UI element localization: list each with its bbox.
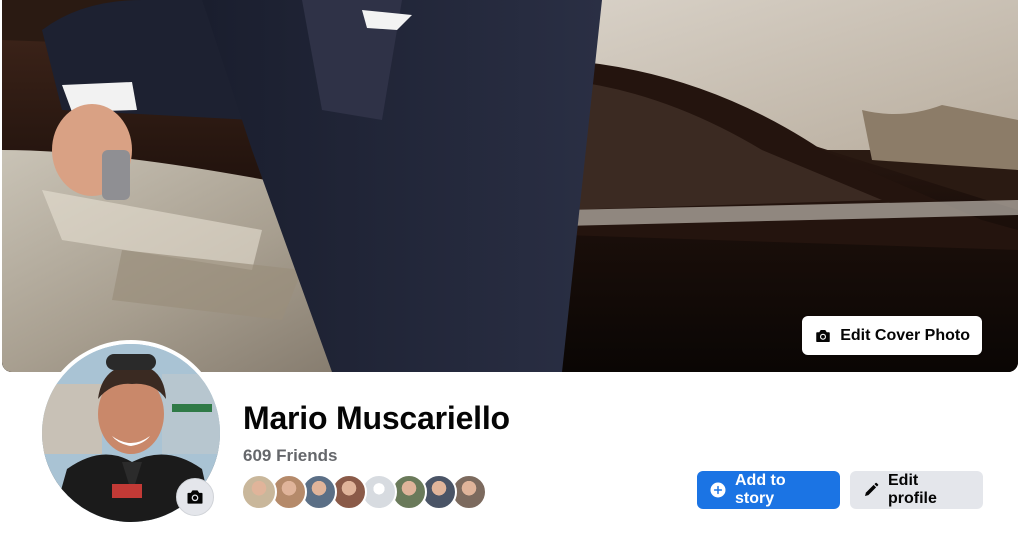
- edit-cover-photo-label: Edit Cover Photo: [840, 326, 970, 344]
- edit-profile-button[interactable]: Edit profile: [850, 471, 983, 509]
- friends-count-link[interactable]: 609 Friends: [243, 446, 338, 466]
- add-to-story-button[interactable]: Add to story: [697, 471, 840, 509]
- friend-avatar[interactable]: [241, 474, 277, 510]
- add-to-story-label: Add to story: [735, 472, 786, 507]
- edit-profile-label: Edit profile: [888, 472, 937, 507]
- profile-name: Mario Muscariello: [243, 400, 510, 436]
- update-profile-picture-button[interactable]: [176, 478, 214, 516]
- friend-avatars: [241, 474, 487, 510]
- edit-cover-photo-button[interactable]: Edit Cover Photo: [802, 316, 982, 355]
- pencil-icon: [865, 482, 879, 496]
- profile-header: Edit Cover Photo Mario Muscariello 609 F…: [0, 0, 1024, 538]
- cover-photo[interactable]: Edit Cover Photo: [2, 0, 1018, 372]
- plus-circle-icon: [710, 482, 726, 498]
- camera-icon: [816, 329, 830, 342]
- camera-icon: [187, 490, 203, 504]
